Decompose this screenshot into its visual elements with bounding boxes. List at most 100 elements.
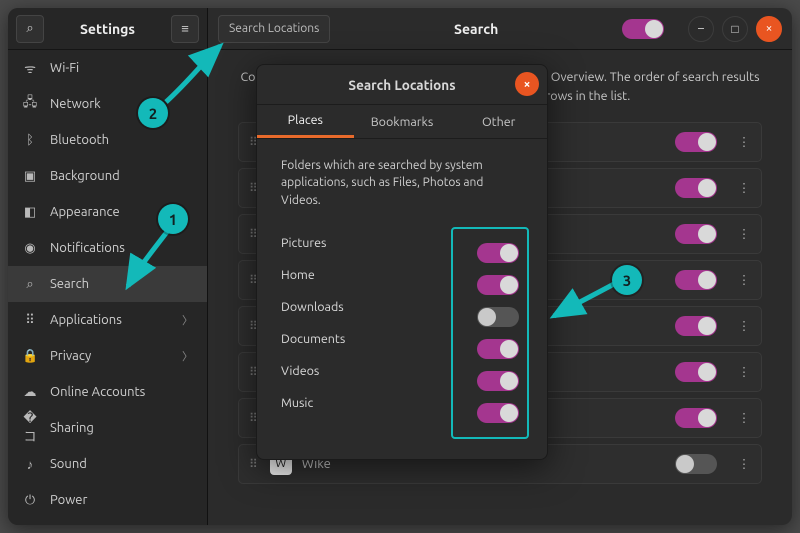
more-options-icon[interactable]: ⋮ [733, 364, 755, 379]
sidebar-item-label: Applications [50, 313, 122, 327]
more-options-icon[interactable]: ⋮ [733, 134, 755, 149]
sidebar-item-label: Bluetooth [50, 133, 109, 147]
sidebar-item-label: Sound [50, 457, 87, 471]
more-options-icon[interactable]: ⋮ [733, 180, 755, 195]
search-locations-button[interactable]: Search Locations [218, 15, 330, 43]
more-options-icon[interactable]: ⋮ [733, 456, 755, 471]
provider-toggle[interactable] [675, 362, 717, 382]
search-icon[interactable]: ⌕ [16, 15, 44, 43]
sidebar-item-icon: ⌕ [22, 277, 38, 292]
sidebar-header: ⌕ Settings ≡ [8, 8, 207, 50]
more-options-icon[interactable]: ⋮ [733, 318, 755, 333]
sidebar-item-icon: 🖧 [22, 93, 38, 115]
sidebar-item-icon: ♪ [22, 457, 38, 472]
folder-label: Music [281, 387, 451, 419]
chevron-right-icon: 〉 [182, 348, 193, 364]
sidebar-item-label: Search [50, 277, 89, 291]
provider-toggle[interactable] [675, 408, 717, 428]
folder-toggle[interactable] [477, 403, 519, 423]
folder-toggle[interactable] [477, 243, 519, 263]
provider-toggle[interactable] [675, 454, 717, 474]
tab-bookmarks[interactable]: Bookmarks [354, 105, 451, 138]
sidebar-item-label: Wi-Fi [50, 61, 79, 75]
sidebar-item-label: Notifications [50, 241, 125, 255]
window-close-button[interactable]: × [756, 16, 782, 42]
sidebar-item-network[interactable]: 🖧 Network [8, 86, 207, 122]
folder-toggle-row [453, 269, 519, 301]
tab-places[interactable]: Places [257, 105, 354, 138]
sidebar-item-label: Background [50, 169, 120, 183]
sidebar-item-notifications[interactable]: ◉ Notifications [8, 230, 207, 266]
folder-labels-column: PicturesHomeDownloadsDocumentsVideosMusi… [275, 227, 451, 439]
folder-toggle-row [453, 333, 519, 365]
master-search-toggle[interactable] [622, 19, 664, 39]
folder-label: Documents [281, 323, 451, 355]
provider-toggle[interactable] [675, 270, 717, 290]
folder-label: Pictures [281, 227, 451, 259]
sidebar-item-power[interactable]: ⏻ Power [8, 482, 207, 518]
folder-toggle[interactable] [477, 339, 519, 359]
dialog-body: Folders which are searched by system app… [257, 139, 547, 459]
page-title: Search [338, 21, 614, 37]
sidebar-item-icon: ☁ [22, 385, 38, 400]
dialog-header: Search Locations × [257, 65, 547, 105]
folder-toggle-row [453, 237, 519, 269]
annotation-badge-2: 2 [138, 98, 168, 128]
window-maximize-button[interactable]: □ [722, 16, 748, 42]
sidebar-item-label: Online Accounts [50, 385, 145, 399]
sidebar-item-icon: ▣ [22, 169, 38, 184]
dialog-tabs: PlacesBookmarksOther [257, 105, 547, 139]
sidebar-item-label: Network [50, 97, 101, 111]
sidebar-item-label: Sharing [50, 421, 94, 435]
provider-toggle[interactable] [675, 224, 717, 244]
dialog-description: Folders which are searched by system app… [281, 157, 523, 209]
more-options-icon[interactable]: ⋮ [733, 226, 755, 241]
sidebar-item-privacy[interactable]: 🔒 Privacy 〉 [8, 338, 207, 374]
annotation-badge-3: 3 [612, 265, 642, 295]
sidebar-item-wi-fi[interactable]: ᯤ Wi-Fi [8, 50, 207, 86]
sidebar-item-bluetooth[interactable]: ᛒ Bluetooth [8, 122, 207, 158]
sidebar-item-online-accounts[interactable]: ☁ Online Accounts [8, 374, 207, 410]
sidebar-item-icon: 🔒 [22, 349, 38, 364]
provider-toggle[interactable] [675, 132, 717, 152]
sidebar-list: ᯤ Wi-Fi 🖧 Network ᛒ Bluetooth ▣ Background ◧ Appe… [8, 50, 207, 525]
provider-toggle[interactable] [675, 178, 717, 198]
window-minimize-button[interactable]: – [688, 16, 714, 42]
sidebar-item-icon: ◉ [22, 241, 38, 256]
folder-toggle[interactable] [477, 371, 519, 391]
dialog-close-button[interactable]: × [515, 72, 539, 96]
sidebar-item-sharing[interactable]: �コ Sharing [8, 410, 207, 446]
sidebar-item-icon: �コ [22, 411, 38, 445]
sidebar-item-applications[interactable]: ⠿ Applications 〉 [8, 302, 207, 338]
sidebar-item-label: Privacy [50, 349, 91, 363]
sidebar-item-sound[interactable]: ♪ Sound [8, 446, 207, 482]
sidebar-item-icon: ⏻ [22, 493, 38, 508]
sidebar-item-label: Appearance [50, 205, 120, 219]
main-header: Search Locations Search – □ × [208, 8, 792, 50]
sidebar-item-icon: ◧ [22, 205, 38, 220]
sidebar-item-icon: ⠿ [22, 313, 38, 328]
sidebar-item-label: Power [50, 493, 87, 507]
sidebar-item-icon: ᯤ [22, 59, 38, 77]
chevron-right-icon: 〉 [182, 312, 193, 328]
folder-toggle[interactable] [477, 275, 519, 295]
more-options-icon[interactable]: ⋮ [733, 410, 755, 425]
sidebar-item-search[interactable]: ⌕ Search [8, 266, 207, 302]
app-title: Settings [44, 21, 171, 37]
provider-toggle[interactable] [675, 316, 717, 336]
folder-label: Downloads [281, 291, 451, 323]
settings-sidebar: ⌕ Settings ≡ ᯤ Wi-Fi 🖧 Network ᛒ Bluetooth ▣ Ba… [8, 8, 208, 525]
sidebar-item-icon: ᛒ [22, 133, 38, 147]
folder-toggle[interactable] [477, 307, 519, 327]
sidebar-item-background[interactable]: ▣ Background [8, 158, 207, 194]
annotation-badge-1: 1 [158, 204, 188, 234]
folder-toggle-row [453, 365, 519, 397]
folder-toggle-row [453, 397, 519, 429]
dialog-title: Search Locations [348, 77, 455, 93]
folder-label: Home [281, 259, 451, 291]
hamburger-icon[interactable]: ≡ [171, 15, 199, 43]
tab-other[interactable]: Other [450, 105, 547, 138]
search-locations-dialog: Search Locations × PlacesBookmarksOther … [256, 64, 548, 460]
folder-label: Videos [281, 355, 451, 387]
more-options-icon[interactable]: ⋮ [733, 272, 755, 287]
